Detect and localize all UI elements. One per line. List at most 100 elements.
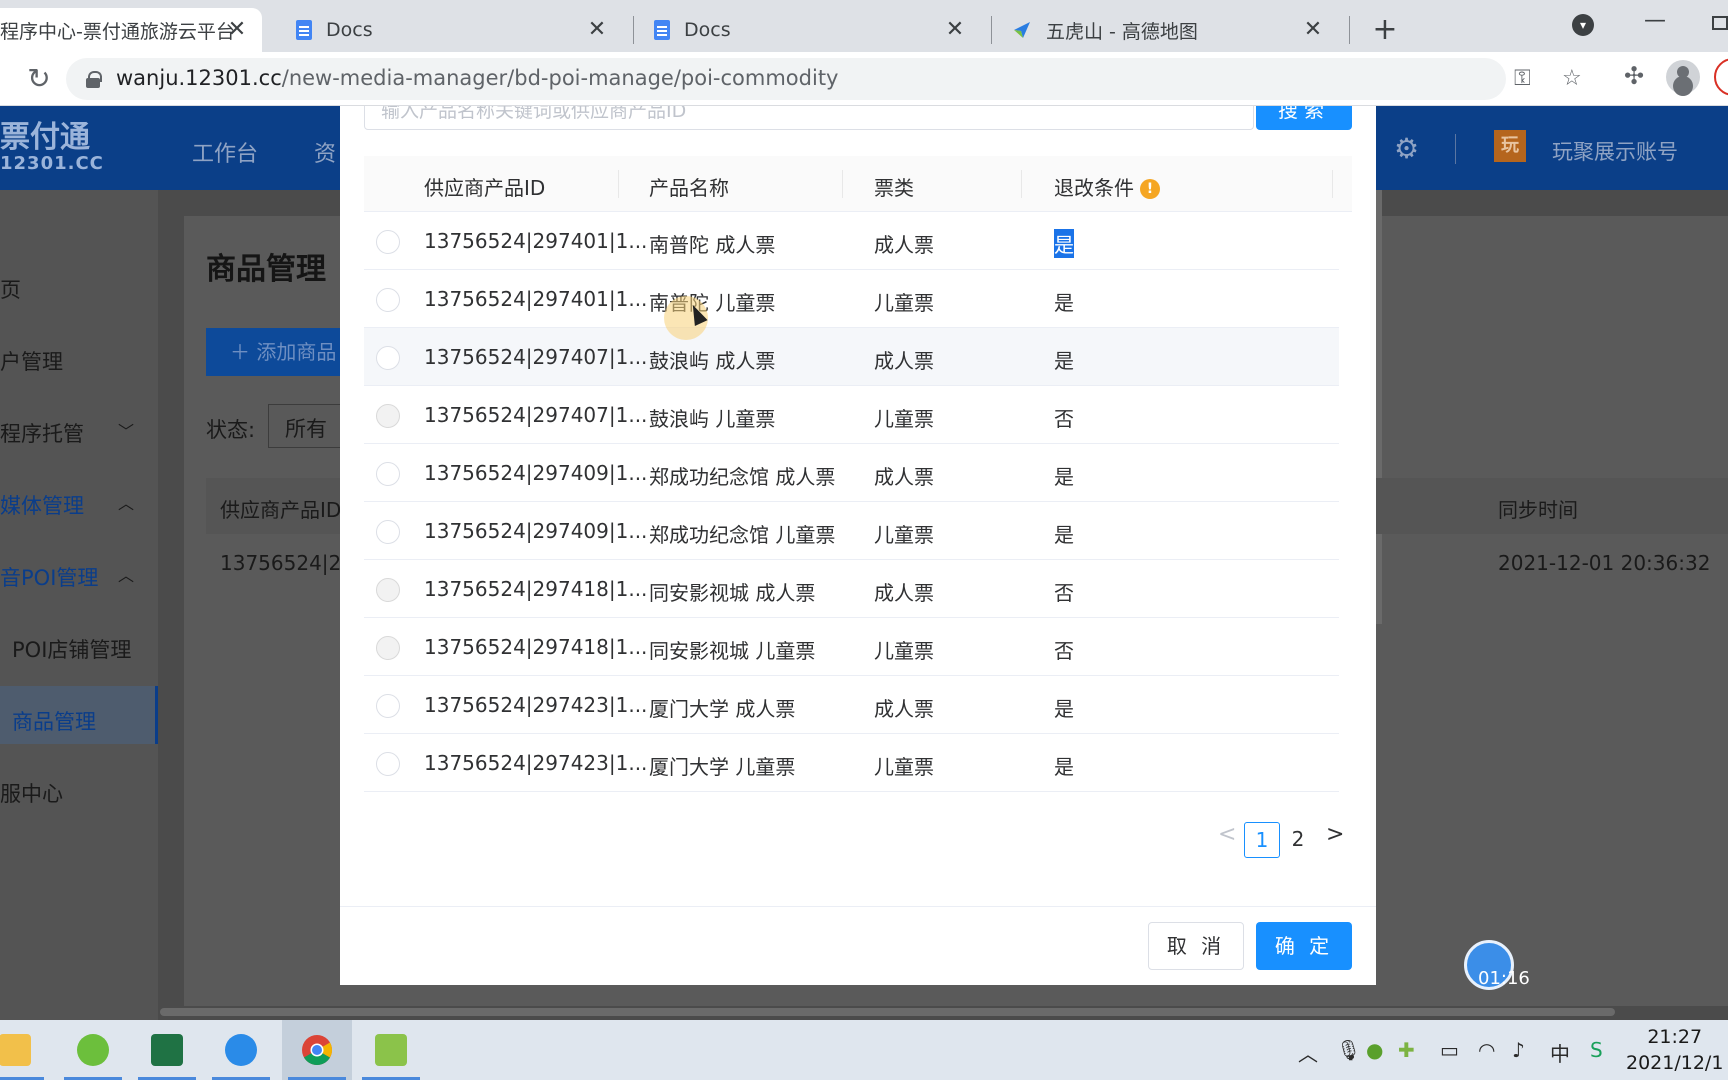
- cell-supplier-id: 13756524|297418|1...: [424, 635, 648, 659]
- restore-icon[interactable]: [1712, 16, 1728, 30]
- table-row[interactable]: 13756524|297423|1... 厦门大学 儿童票 儿童票 是: [364, 734, 1339, 792]
- tab-docs-2[interactable]: Docs ✕: [634, 8, 980, 52]
- table-row[interactable]: 13756524|297418|1... 同安影视城 成人票 成人票 否: [364, 560, 1339, 618]
- cell-supplier-id: 13756524|297401|1...: [424, 229, 648, 253]
- minimize-icon[interactable]: —: [1644, 8, 1666, 33]
- table-row[interactable]: 13756524|297407|1... 鼓浪屿 儿童票 儿童票 否: [364, 386, 1339, 444]
- taskbar-feishu[interactable]: [206, 1020, 276, 1080]
- col-supplier-id: 供应商产品ID: [424, 176, 546, 200]
- row-radio[interactable]: [376, 288, 400, 312]
- ime-indicator[interactable]: 中: [1550, 1038, 1570, 1067]
- cell-supplier-id: 13756524|297418|1...: [424, 577, 648, 601]
- col-refund-policy: 退改条件!: [1054, 172, 1160, 201]
- sidebar-item-home[interactable]: 页: [0, 274, 21, 304]
- pagination-page-2[interactable]: 2: [1280, 822, 1316, 858]
- table-row[interactable]: 13756524|297401|1... 南普陀 儿童票 儿童票是: [364, 270, 1339, 328]
- col-refund-label: 退改条件: [1054, 176, 1134, 200]
- taskbar-game[interactable]: [356, 1020, 426, 1080]
- pagination-next[interactable]: >: [1326, 822, 1344, 847]
- cell-product-name: 郑成功纪念馆 成人票: [649, 465, 836, 489]
- system-clock[interactable]: 21:27 2021/12/1: [1626, 1024, 1723, 1076]
- cell-supplier-id: 13756524|297423|1...: [424, 693, 648, 717]
- microphone-icon[interactable]: 🎙: [1336, 1038, 1361, 1062]
- row-radio[interactable]: [376, 230, 400, 254]
- row-radio[interactable]: [376, 694, 400, 718]
- star-icon[interactable]: ☆: [1562, 66, 1582, 91]
- sidebar: 页 户管理 程序托管 ﹀ 媒体管理 ︿ 音POI管理 ︿ POI店铺管理 商品管…: [0, 190, 158, 1020]
- table-row[interactable]: 13756524|297409|1... 郑成功纪念馆 儿童票 儿童票 是: [364, 502, 1339, 560]
- row-radio[interactable]: [376, 520, 400, 544]
- close-icon[interactable]: ✕: [1300, 17, 1326, 43]
- tab-ticket-platform[interactable]: 程序中心-票付通旅游云平台 ✕: [0, 8, 262, 52]
- select-product-modal: 输入产品名称关键词或供应商产品ID 搜索 供应商产品ID 产品名称 票类 退改条…: [340, 106, 1376, 985]
- tray-plus-icon[interactable]: ✚: [1398, 1038, 1415, 1062]
- sidebar-item-miniprogram[interactable]: 程序托管: [0, 418, 84, 448]
- cell-ticket-type: 成人票: [874, 465, 934, 489]
- pagination-page-1[interactable]: 1: [1244, 822, 1280, 858]
- cell-supplier-id: 13756524|297407|1...: [424, 345, 648, 369]
- docs-icon: [654, 20, 670, 40]
- account-name[interactable]: 玩聚展示账号: [1552, 136, 1678, 166]
- sidebar-item-poi[interactable]: 音POI管理: [0, 562, 98, 592]
- taskbar-ie[interactable]: [58, 1020, 128, 1080]
- bg-col-sync: 同步时间: [1498, 498, 1578, 522]
- url-text[interactable]: wanju.12301.cc/new-media-manager/bd-poi-…: [116, 66, 839, 90]
- gear-icon[interactable]: ⚙: [1394, 132, 1419, 165]
- add-goods-button[interactable]: ＋ 添加商品: [206, 328, 356, 376]
- warning-info-icon[interactable]: !: [1140, 179, 1160, 199]
- close-icon[interactable]: ✕: [224, 17, 250, 43]
- tray-chevron-up-icon[interactable]: ︿: [1298, 1038, 1318, 1067]
- horizontal-scrollbar[interactable]: [160, 1008, 1615, 1016]
- new-tab-plus-icon[interactable]: +: [1370, 12, 1400, 47]
- extensions-icon[interactable]: ✣: [1624, 62, 1644, 90]
- key-icon[interactable]: ⚿: [1514, 66, 1531, 91]
- confirm-button[interactable]: 确 定: [1256, 922, 1352, 970]
- cell-refund-policy: 否: [1054, 407, 1074, 431]
- profile-avatar-icon[interactable]: [1666, 60, 1700, 94]
- cell-refund-policy: 是: [1054, 755, 1074, 779]
- nav-workbench[interactable]: 工作台: [192, 136, 258, 168]
- table-row[interactable]: 13756524|297401|1... 南普陀 成人票 成人票 是: [364, 212, 1339, 270]
- sidebar-item-poi-store[interactable]: POI店铺管理: [12, 634, 131, 664]
- tray-app-icon[interactable]: ●: [1366, 1038, 1383, 1062]
- cancel-button[interactable]: 取 消: [1148, 922, 1244, 970]
- volume-icon[interactable]: ♪: [1512, 1038, 1525, 1062]
- sidebar-item-service[interactable]: 服中心: [0, 778, 63, 808]
- taskbar-excel[interactable]: [132, 1020, 202, 1080]
- battery-icon[interactable]: ▭: [1440, 1038, 1459, 1062]
- add-goods-label: 添加商品: [256, 340, 337, 364]
- row-radio[interactable]: [376, 462, 400, 486]
- row-radio[interactable]: [376, 346, 400, 370]
- table-row[interactable]: 13756524|297409|1... 郑成功纪念馆 成人票 成人票 是: [364, 444, 1339, 502]
- tab-docs-1[interactable]: Docs ✕: [276, 8, 622, 52]
- wifi-icon[interactable]: ◠: [1478, 1038, 1495, 1062]
- sidebar-item-goods[interactable]: 商品管理: [12, 706, 96, 736]
- sidebar-item-media[interactable]: 媒体管理: [0, 490, 84, 520]
- close-icon[interactable]: ✕: [942, 17, 968, 43]
- product-search-input[interactable]: 输入产品名称关键词或供应商产品ID: [364, 106, 1254, 130]
- reload-icon[interactable]: ↻: [22, 62, 56, 96]
- close-icon[interactable]: ✕: [584, 17, 610, 43]
- status-label: 状态:: [206, 418, 256, 442]
- cell-ticket-type: 成人票: [874, 581, 934, 605]
- tab-search-icon[interactable]: ▾: [1572, 14, 1594, 36]
- url-path: /new-media-manager/bd-poi-manage/poi-com…: [281, 66, 839, 90]
- table-row[interactable]: 13756524|297407|1... 鼓浪屿 成人票 成人票 是: [364, 328, 1339, 386]
- sogou-ime-icon[interactable]: S: [1590, 1038, 1603, 1062]
- table-row[interactable]: 13756524|297423|1... 厦门大学 成人票 成人票 是: [364, 676, 1339, 734]
- logo-text: 票付通: [0, 120, 90, 155]
- cell-product-name: 南普陀 成人票: [649, 233, 776, 257]
- row-radio[interactable]: [376, 752, 400, 776]
- pagination-prev[interactable]: <: [1218, 822, 1236, 847]
- browser-e-icon: [77, 1034, 109, 1066]
- sidebar-item-customers[interactable]: 户管理: [0, 346, 63, 376]
- chevron-down-icon: ﹀: [118, 422, 135, 441]
- omnibox[interactable]: wanju.12301.cc/new-media-manager/bd-poi-…: [66, 58, 1582, 100]
- tab-amap[interactable]: 五虎山 - 高德地图 ✕: [992, 8, 1338, 52]
- table-row[interactable]: 13756524|297418|1... 同安影视城 儿童票 儿童票 否: [364, 618, 1339, 676]
- address-bar: ↻ wanju.12301.cc/new-media-manager/bd-po…: [0, 52, 1728, 106]
- taskbar-file-explorer[interactable]: [0, 1020, 50, 1080]
- taskbar-chrome[interactable]: [282, 1020, 352, 1080]
- search-button[interactable]: 搜索: [1256, 106, 1352, 130]
- nav-resources[interactable]: 资: [314, 136, 336, 168]
